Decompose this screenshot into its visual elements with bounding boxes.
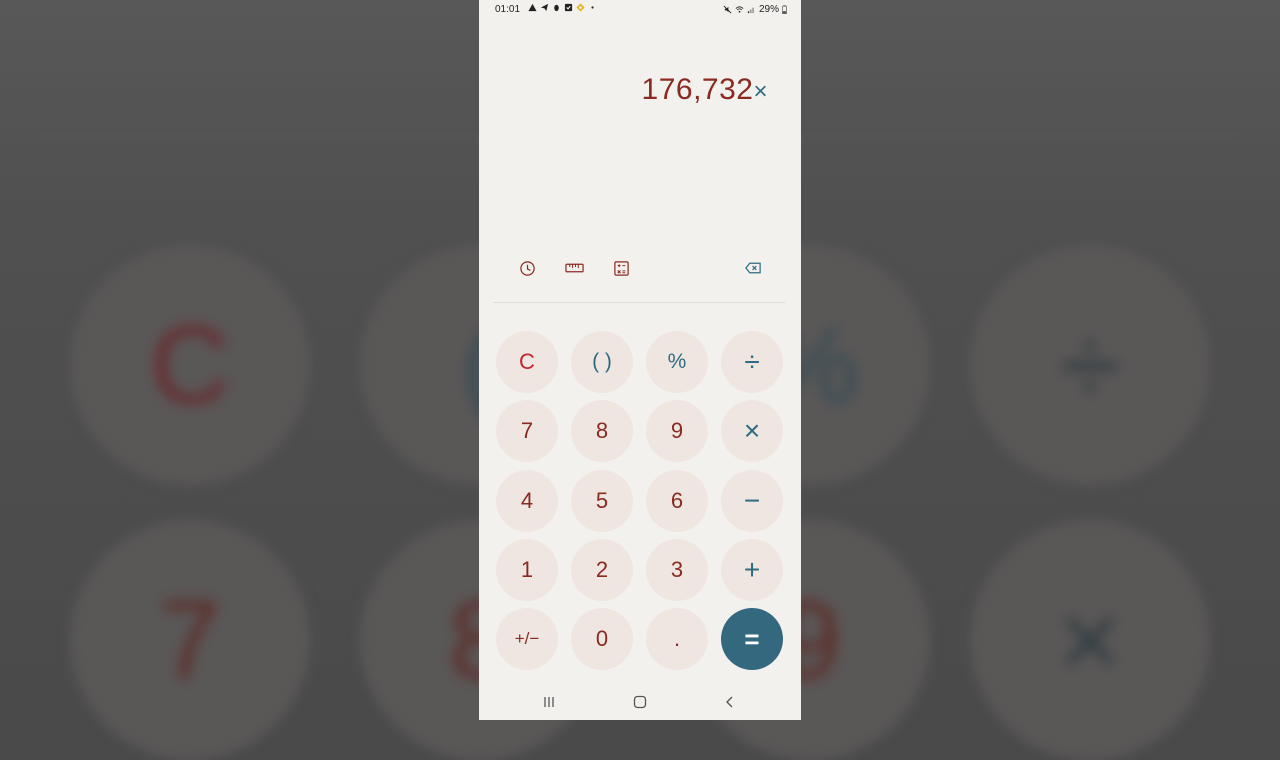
- background-key-c: C: [70, 245, 310, 485]
- status-time: 01:01: [495, 4, 521, 15]
- notification-icons: [528, 3, 597, 12]
- scientific-mode-button[interactable]: [611, 258, 631, 278]
- background-key-divide: ÷: [970, 245, 1210, 485]
- equals-button[interactable]: =: [721, 608, 783, 670]
- multiply-button[interactable]: ×: [721, 400, 783, 462]
- plus-button[interactable]: +: [721, 539, 783, 601]
- digit-7-button[interactable]: 7: [496, 400, 558, 462]
- warning-icon: [528, 3, 537, 12]
- binance-icon: [576, 3, 585, 12]
- digit-5-button[interactable]: 5: [571, 470, 633, 532]
- navigation-bar: [479, 688, 801, 716]
- telegram-icon: [540, 3, 549, 12]
- calculator-screen: 01:01 29% 176,732× C () % ÷ 7 8 9 × 4 5…: [479, 0, 801, 720]
- display-divider: [493, 302, 785, 303]
- expression-display: 176,732×: [642, 73, 768, 107]
- wifi-icon: [735, 6, 744, 13]
- digit-0-button[interactable]: 0: [571, 608, 633, 670]
- decimal-button[interactable]: .: [646, 608, 708, 670]
- calculator-icon: [613, 260, 629, 276]
- home-icon: [633, 695, 647, 709]
- digit-8-button[interactable]: 8: [571, 400, 633, 462]
- toolbar: [479, 256, 801, 280]
- percent-button[interactable]: %: [646, 331, 708, 393]
- home-button[interactable]: [628, 692, 652, 712]
- battery-percent: 29%: [758, 4, 779, 15]
- signal-icon: [747, 7, 754, 14]
- background-key-7: 7: [70, 520, 310, 760]
- clock-icon: [519, 260, 535, 276]
- recent-apps-button[interactable]: [537, 692, 561, 712]
- unit-converter-button[interactable]: [564, 258, 584, 278]
- backspace-icon: [744, 262, 761, 274]
- digit-6-button[interactable]: 6: [646, 470, 708, 532]
- more-dot-icon: [591, 6, 594, 9]
- backspace-button[interactable]: [743, 258, 763, 278]
- bug-icon: [554, 4, 559, 12]
- check-box-icon: [564, 3, 573, 12]
- battery-icon: [782, 5, 787, 14]
- digit-3-button[interactable]: 3: [646, 539, 708, 601]
- minus-button[interactable]: −: [721, 470, 783, 532]
- mute-icon: [723, 5, 732, 14]
- back-button[interactable]: [718, 692, 742, 712]
- status-bar: 01:01 29%: [479, 0, 801, 20]
- ruler-icon: [564, 263, 584, 273]
- digit-1-button[interactable]: 1: [496, 539, 558, 601]
- negate-button[interactable]: +/−: [496, 608, 558, 670]
- parentheses-button[interactable]: ( ): [571, 331, 633, 393]
- expression-operator: ×: [753, 78, 768, 105]
- digit-9-button[interactable]: 9: [646, 400, 708, 462]
- background-key-multiply: ×: [970, 520, 1210, 760]
- history-button[interactable]: [517, 258, 537, 278]
- clear-button[interactable]: C: [496, 331, 558, 393]
- digit-4-button[interactable]: 4: [496, 470, 558, 532]
- recents-icon: [544, 697, 554, 707]
- expression-number: 176,732: [641, 73, 754, 106]
- digit-2-button[interactable]: 2: [571, 539, 633, 601]
- divide-button[interactable]: ÷: [721, 331, 783, 393]
- system-icons: 29%: [723, 4, 787, 15]
- back-chevron-icon: [726, 696, 733, 708]
